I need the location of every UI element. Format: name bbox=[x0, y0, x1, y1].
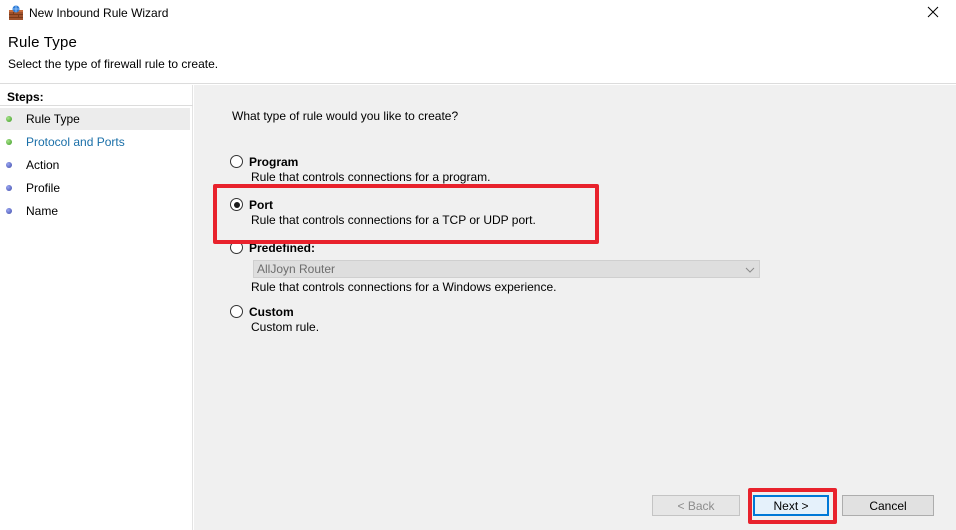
option-description: Rule that controls connections for a Win… bbox=[251, 280, 557, 294]
step-label: Action bbox=[26, 158, 60, 172]
predefined-radio[interactable] bbox=[230, 241, 243, 254]
next-button[interactable]: Next > bbox=[753, 495, 829, 516]
page-title: Rule Type bbox=[8, 34, 78, 51]
page-subtitle: Select the type of firewall rule to crea… bbox=[8, 57, 219, 71]
option-description: Rule that controls connections for a pro… bbox=[251, 170, 491, 184]
option-description: Custom rule. bbox=[251, 320, 320, 334]
option-title: Predefined: bbox=[249, 241, 316, 255]
step-label: Protocol and Ports bbox=[26, 135, 125, 149]
port-radio[interactable] bbox=[230, 198, 243, 211]
rule-type-question: What type of rule would you like to crea… bbox=[232, 109, 459, 123]
program-radio[interactable] bbox=[230, 155, 243, 168]
step-done-icon bbox=[6, 139, 12, 145]
sidebar-step-profile[interactable]: Profile bbox=[0, 177, 190, 199]
title-bar: New Inbound Rule Wizard bbox=[0, 0, 956, 26]
back-button[interactable]: < Back bbox=[652, 495, 740, 516]
step-label: Rule Type bbox=[26, 112, 80, 126]
sidebar-step-action[interactable]: Action bbox=[0, 154, 190, 176]
window-title: New Inbound Rule Wizard bbox=[29, 6, 169, 20]
steps-divider bbox=[0, 105, 193, 106]
steps-label: Steps: bbox=[7, 90, 44, 104]
option-title: Port bbox=[249, 198, 273, 212]
option-description: Rule that controls connections for a TCP… bbox=[251, 213, 536, 227]
close-icon bbox=[927, 6, 939, 21]
main-panel: What type of rule would you like to crea… bbox=[194, 85, 956, 530]
option-title: Custom bbox=[249, 305, 294, 319]
wizard-header: Rule Type Select the type of firewall ru… bbox=[0, 26, 956, 84]
cancel-button[interactable]: Cancel bbox=[842, 495, 934, 516]
steps-sidebar: Steps: Rule Type Protocol and Ports Acti… bbox=[0, 85, 193, 530]
step-label: Name bbox=[26, 204, 59, 218]
step-done-icon bbox=[6, 116, 12, 122]
step-label: Profile bbox=[26, 181, 61, 195]
sidebar-step-name[interactable]: Name bbox=[0, 200, 190, 222]
predefined-select-value: AllJoyn Router bbox=[257, 262, 336, 276]
sidebar-step-protocol-and-ports[interactable]: Protocol and Ports bbox=[0, 131, 190, 153]
step-pending-icon bbox=[6, 162, 12, 168]
step-pending-icon bbox=[6, 185, 12, 191]
custom-radio[interactable] bbox=[230, 305, 243, 318]
close-button[interactable] bbox=[910, 0, 956, 26]
option-title: Program bbox=[249, 155, 299, 169]
chevron-down-icon bbox=[745, 264, 755, 274]
sidebar-step-rule-type[interactable]: Rule Type bbox=[0, 108, 190, 130]
step-pending-icon bbox=[6, 208, 12, 214]
predefined-select[interactable]: AllJoyn Router bbox=[253, 260, 760, 278]
firewall-icon bbox=[8, 5, 24, 21]
